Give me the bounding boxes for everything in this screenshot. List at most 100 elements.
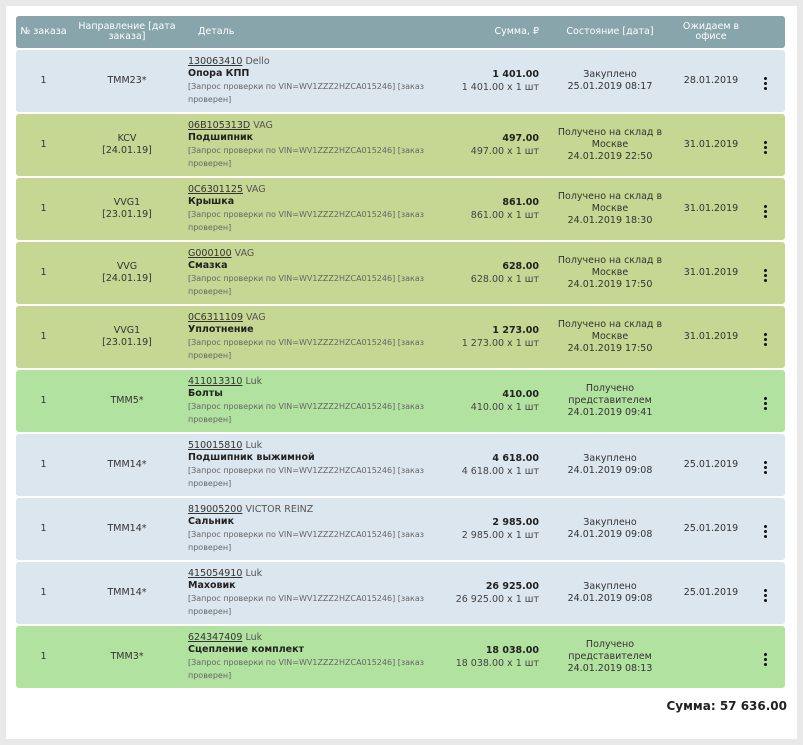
row-menu [745,648,785,667]
row-menu [745,72,785,91]
brand: Dello [245,56,270,67]
state-line-3: 24.01.2019 18:30 [567,215,653,226]
part-name: Маховик [188,580,236,591]
table-row[interactable]: 1 TMM3* 624347409 Luk Сцепление комплект [За… [16,626,785,688]
sum: 410.00 410.00 x 1 шт [427,388,543,414]
part-name: Смазка [188,260,228,271]
part-note: [Запрос проверки по VIN=WV1ZZZ2HZCA01524… [188,338,425,360]
header-state: Состояние [дата] [566,26,654,37]
article-link[interactable]: 415054910 [188,568,242,579]
sum-qty: 628.00 x 1 шт [470,274,539,285]
part-note: [Запрос проверки по VIN=WV1ZZZ2HZCA01524… [188,210,425,232]
direction-code: TMM23* [107,75,147,86]
sum: 861.00 861.00 x 1 шт [427,196,543,222]
direction: VVG1 [23.01.19] [71,325,183,349]
order-num: 1 [40,651,47,662]
article-link[interactable]: 0C6311109 [188,312,243,323]
table-row[interactable]: 1 TMM14* 415054910 Luk Маховик [Запрос прове… [16,562,785,624]
state-line-2: Москве [591,203,629,214]
row-menu [745,264,785,283]
table-row[interactable]: 1 VVG1 [23.01.19] 0C6301125 VAG Крышка [Запро… [16,178,785,240]
state-line-1: Получено на склад в [557,191,663,202]
table-row[interactable]: 1 VVG [24.01.19] G000100 VAG Смазка [Запрос п… [16,242,785,304]
direction-code: TMM14* [107,587,147,598]
state-line-1: Закуплено [583,517,637,528]
state-line-1: Закуплено [583,581,637,592]
sum: 497.00 497.00 x 1 шт [427,132,543,158]
state: Закуплено 24.01.2019 09:08 [543,517,677,541]
more-vertical-icon[interactable] [760,332,770,346]
article-link[interactable]: G000100 [188,248,232,259]
part-note: [Запрос проверки по VIN=WV1ZZZ2HZCA01524… [188,594,425,616]
sum: 1 273.00 1 273.00 x 1 шт [427,324,543,350]
total-label: Сумма: [666,699,716,713]
direction-code: VVG1 [113,325,141,336]
row-menu [745,328,785,347]
direction-code: VVG [116,261,138,272]
state-line-1: Получено на склад в [557,255,663,266]
header-expected: Ожидаем в офисе [682,21,740,42]
part-name: Уплотнение [188,324,254,335]
state: Получено на склад в Москве 24.01.2019 17:5… [543,319,677,355]
expected-date: 25.01.2019 [683,459,739,470]
more-vertical-icon[interactable] [760,76,770,90]
more-vertical-icon[interactable] [760,140,770,154]
article-link[interactable]: 130063410 [188,56,242,67]
direction-date: [23.01.19] [102,337,152,348]
direction: TMM23* [71,75,183,87]
detail: 0C6301125 VAG Крышка [Запрос проверки по V… [183,184,427,234]
sum-value: 26 925.00 [485,581,539,592]
more-vertical-icon[interactable] [760,268,770,282]
sum-qty: 18 038.00 x 1 шт [455,658,539,669]
more-vertical-icon[interactable] [760,588,770,602]
article-link[interactable]: 510015810 [188,440,242,451]
more-vertical-icon[interactable] [760,524,770,538]
state-line-2: 25.01.2019 08:17 [567,81,653,92]
table-row[interactable]: 1 VVG1 [23.01.19] 0C6311109 VAG Уплотнение [З… [16,306,785,368]
state-line-2: 24.01.2019 09:08 [567,529,653,540]
order-num: 1 [40,203,47,214]
brand: VAG [253,120,273,131]
state-line-1: Получено [585,383,635,394]
table-row[interactable]: 1 TMM5* 411013310 Luk Болты [Запрос проверки… [16,370,785,432]
more-vertical-icon[interactable] [760,652,770,666]
state-line-3: 24.01.2019 22:50 [567,151,653,162]
order-num: 1 [40,587,47,598]
sum-value: 628.00 [502,261,539,272]
article-link[interactable]: 624347409 [188,632,242,643]
total-value: 57 636.00 [719,699,787,713]
state: Получено представителем 24.01.2019 08:13 [543,639,677,675]
order-num: 1 [40,523,47,534]
article-link[interactable]: 411013310 [188,376,242,387]
more-vertical-icon[interactable] [760,460,770,474]
table-row[interactable]: 1 TMM14* 510015810 Luk Подшипник выжимной [З… [16,434,785,496]
detail: 624347409 Luk Сцепление комплект [Запрос п… [183,632,427,682]
brand: VICTOR REINZ [245,504,314,515]
table-body: 1 TMM23* 130063410 Dello Опора КПП [Запрос п… [16,50,785,688]
direction-date: [24.01.19] [102,273,152,284]
more-vertical-icon[interactable] [760,204,770,218]
table-row[interactable]: 1 TMM23* 130063410 Dello Опора КПП [Запрос п… [16,50,785,112]
part-note: [Запрос проверки по VIN=WV1ZZZ2HZCA01524… [188,402,425,424]
table-row[interactable]: 1 KCV [24.01.19] 06B105313D VAG Подшипник [За… [16,114,785,176]
sum-value: 497.00 [502,133,539,144]
expected-date: 31.01.2019 [683,267,739,278]
more-vertical-icon[interactable] [760,396,770,410]
detail: 130063410 Dello Опора КПП [Запрос проверки… [183,56,427,106]
header-direction: Направление [дата заказа] [78,21,176,42]
state-line-3: 24.01.2019 09:41 [567,407,653,418]
order-num: 1 [40,395,47,406]
part-name: Болты [188,388,223,399]
article-link[interactable]: 819005200 [188,504,242,515]
direction-date: [24.01.19] [102,145,152,156]
direction-code: KCV [117,133,137,144]
state-line-1: Получено на склад в [557,127,663,138]
article-link[interactable]: 06B105313D [188,120,250,131]
article-link[interactable]: 0C6301125 [188,184,243,195]
table-row[interactable]: 1 TMM14* 819005200 VICTOR REINZ Сальник [Зап… [16,498,785,560]
part-note: [Запрос проверки по VIN=WV1ZZZ2HZCA01524… [188,82,425,104]
brand: Luk [245,568,263,579]
part-note: [Запрос проверки по VIN=WV1ZZZ2HZCA01524… [188,146,425,168]
part-name: Подшипник выжимной [188,452,315,463]
direction-code: VVG1 [113,197,141,208]
